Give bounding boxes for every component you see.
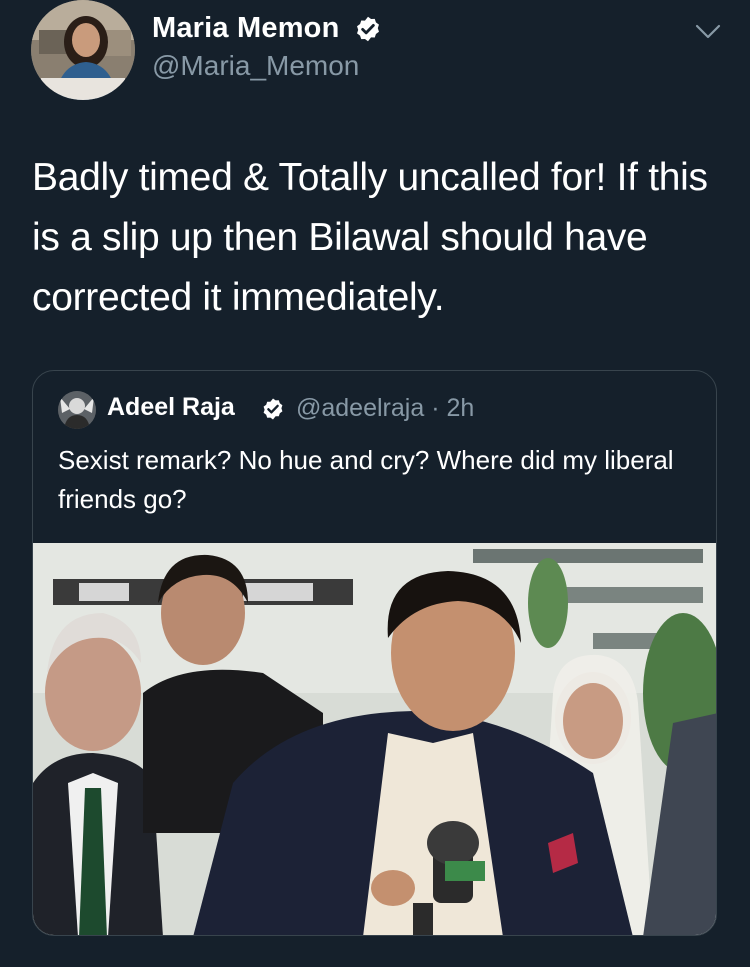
chevron-down-icon[interactable]	[694, 22, 722, 42]
verified-badge-icon	[261, 397, 285, 421]
quoted-tweet-media[interactable]	[33, 543, 716, 935]
verified-badge-icon	[354, 15, 382, 43]
quoted-author-handle-time[interactable]: @adeelraja · 2h	[296, 394, 474, 423]
author-name[interactable]: Maria Memon	[152, 12, 340, 45]
press-conference-photo	[33, 543, 716, 935]
quoted-tweet-time[interactable]: · 2h	[431, 394, 474, 422]
tweet: Maria Memon @Maria_Memon Badly timed & T…	[0, 0, 750, 967]
quoted-avatar-image	[58, 391, 96, 429]
quoted-author-avatar[interactable]	[58, 391, 96, 429]
author-avatar[interactable]	[31, 0, 135, 100]
quoted-tweet-card[interactable]: Adeel Raja @adeelraja · 2h Sexist remark…	[32, 370, 717, 936]
quoted-author-name[interactable]: Adeel Raja	[107, 393, 235, 422]
tweet-text: Badly timed & Totally uncalled for! If t…	[32, 156, 708, 319]
quoted-author-handle[interactable]: @adeelraja	[296, 394, 424, 422]
author-handle[interactable]: @Maria_Memon	[152, 50, 359, 82]
avatar-image	[31, 0, 135, 100]
quoted-tweet-text: Sexist remark? No hue and cry? Where did…	[58, 445, 674, 514]
